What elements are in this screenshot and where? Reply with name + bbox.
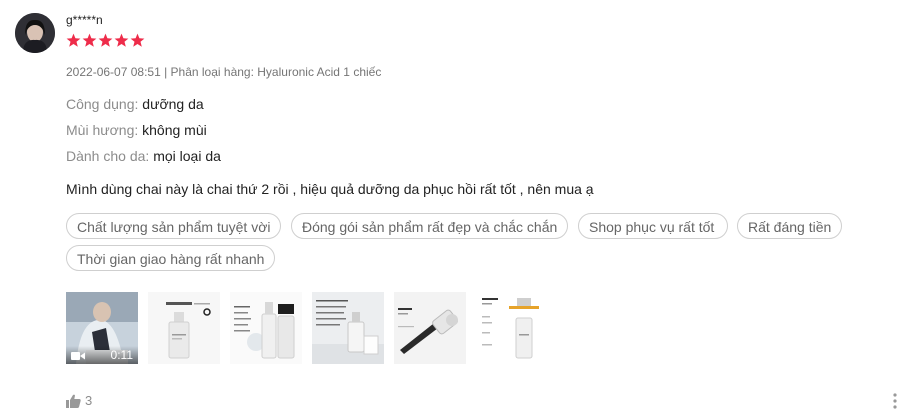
video-duration: 0:11 [110,348,133,362]
avatar[interactable] [15,13,55,53]
attribute-label: Công dụng: [66,96,139,112]
product-photo[interactable] [230,292,302,364]
more-vertical-icon [893,393,897,409]
review-media: 0:11 [66,292,548,364]
review-tag: Thời gian giao hàng rất nhanh [66,245,275,271]
star-icon [130,33,145,47]
attribute-value: mọi loại da [153,148,221,164]
product-photo[interactable] [476,292,548,364]
product-photo-image [312,292,384,364]
product-photo[interactable] [394,292,466,364]
attribute-skin-type: Dành cho da: mọi loại da [66,148,221,164]
attribute-usage: Công dụng: dưỡng da [66,96,204,112]
video-camera-icon [71,352,85,360]
attribute-label: Dành cho da: [66,148,150,164]
reviewer-username[interactable]: g*****n [66,13,103,27]
product-photo[interactable] [312,292,384,364]
product-photo[interactable] [148,292,220,364]
thumbs-up-icon [66,394,81,408]
review-text: Mình dùng chai này là chai thứ 2 rồi , h… [66,181,594,197]
review-tag: Rất đáng tiền [737,213,842,239]
product-photo-image [476,292,548,364]
star-icon [114,33,129,47]
review-tag: Đóng gói sản phẩm rất đẹp và chắc chắn [291,213,568,239]
product-photo-image [394,292,466,364]
review-tag: Chất lượng sản phẩm tuyệt vời [66,213,281,239]
rating-stars [66,33,145,48]
attribute-value: không mùi [142,122,207,138]
review-tag: Shop phục vụ rất tốt [578,213,728,239]
video-thumbnail[interactable]: 0:11 [66,292,138,364]
like-count: 3 [85,393,93,408]
attribute-scent: Mùi hương: không mùi [66,122,207,138]
attribute-value: dưỡng da [142,96,204,112]
more-options-button[interactable] [893,393,897,414]
star-icon [82,33,97,47]
review-meta: 2022-06-07 08:51 | Phân loại hàng: Hyalu… [66,65,382,79]
star-icon [98,33,113,47]
avatar-image [15,13,55,53]
star-icon [66,33,81,47]
product-photo-image [148,292,220,364]
product-photo-image [230,292,302,364]
like-button[interactable]: 3 [66,393,92,408]
attribute-label: Mùi hương: [66,122,139,138]
